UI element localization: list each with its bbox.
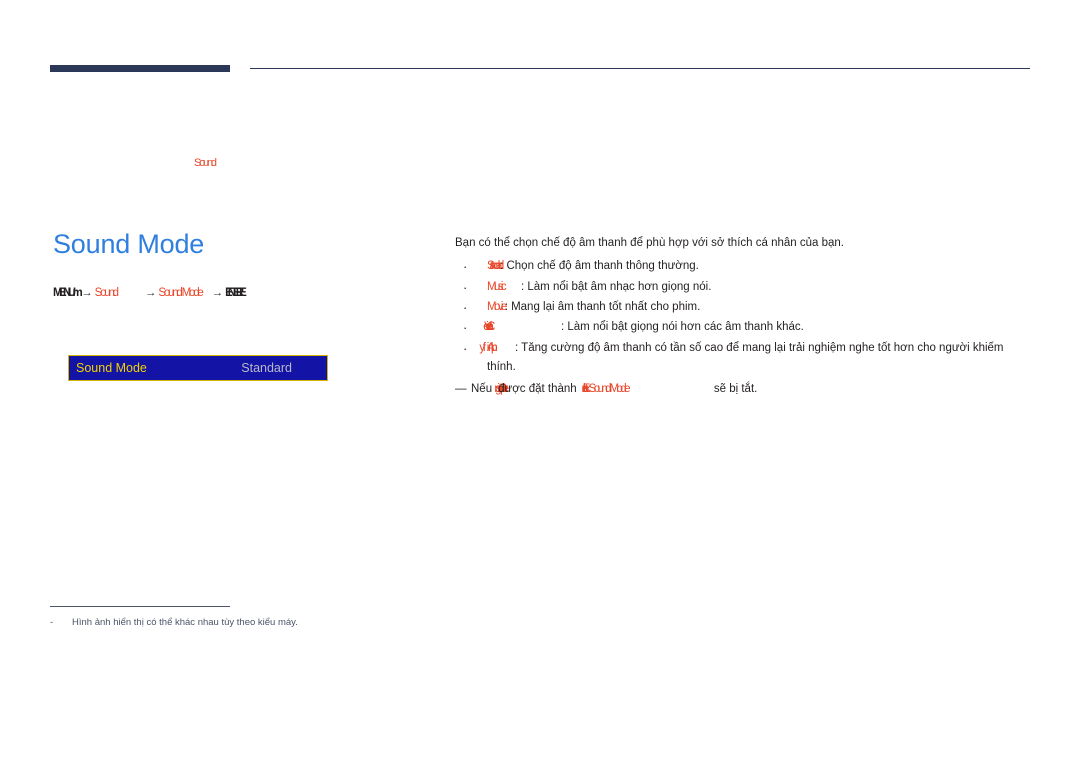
note-dash-icon: — <box>455 383 467 396</box>
list-item: Music : Làm nổi bật âm nhạc hơn giọng nói… <box>455 277 1033 299</box>
list-item: Amplify: Tăng cường độ âm thanh có tần s… <box>455 338 1033 378</box>
menu-path-breadcrumb: MENUm → Sound → Sound Mode → ENTERE <box>53 287 413 301</box>
header-rule <box>250 68 1030 69</box>
menu-key-label: MENU <box>53 287 76 300</box>
note-part-3: sẽ bị tắt. <box>713 383 758 396</box>
osd-item-label: Sound Mode <box>76 361 147 375</box>
osd-menu-row-sound-mode[interactable]: Sound Mode Standard <box>68 355 328 381</box>
page-header <box>50 64 1030 78</box>
option-desc-movie: : Mang lại âm thanh tốt nhất cho phim. <box>504 300 701 313</box>
option-desc-standard: : Chọn chế độ âm thanh thông thường. <box>500 260 699 273</box>
option-term-clear-voice: Clear Voice <box>487 318 561 337</box>
option-desc-amplify: : Tăng cường độ âm thanh có tần số cao đ… <box>487 341 1004 373</box>
option-term-standard: Standard <box>487 260 504 273</box>
footnote-dash-icon: - <box>50 617 54 628</box>
enter-key-label: ENTER <box>225 287 244 300</box>
chapter-label: Sound <box>194 157 217 169</box>
breadcrumb-arrow-2-icon: → <box>144 287 157 300</box>
right-column: Bạn có thể chọn chế độ âm thanh để phù h… <box>455 234 1033 400</box>
note-speaker-settings: —NếuSpeaker Settingsđược đặt thànhExtern… <box>455 380 1033 399</box>
option-desc-music: : Làm nổi bật âm nhạc hơn giọng nói. <box>521 280 712 293</box>
left-column: Sound Mode MENUm → Sound → Sound Mode → ENTERE <box>53 228 413 301</box>
sound-mode-option-list: Standard: Chọn chế độ âm thanh thông thư… <box>455 256 1033 378</box>
enter-key-glyph-icon: E <box>239 287 246 300</box>
footnote: - Hình ảnh hiển thị có thể khác nhau tùy … <box>50 606 470 629</box>
intro-paragraph: Bạn có thể chọn chế độ âm thanh để phù h… <box>455 237 844 249</box>
menu-path-step-1: Sound <box>94 287 119 300</box>
breadcrumb-arrow-1-icon: → <box>81 287 93 300</box>
list-item: Standard: Chọn chế độ âm thanh thông thư… <box>455 256 1033 278</box>
osd-item-value: Standard <box>241 361 292 375</box>
option-term-music: Music <box>487 280 507 293</box>
menu-path-step-2: Sound Mode <box>158 287 203 300</box>
option-desc-clear-voice: : Làm nổi bật giọng nói hơn các âm thanh… <box>561 321 804 334</box>
list-item: Movie: Mang lại âm thanh tốt nhất cho ph… <box>455 297 1033 319</box>
list-item: Clear Voice: Làm nổi bật giọng nói hơn c… <box>455 317 1033 339</box>
option-term-amplify: Amplify <box>487 339 515 358</box>
option-term-movie: Movie <box>487 300 507 313</box>
header-accent-bar <box>50 65 230 72</box>
note-part-2: được đặt thành <box>498 383 577 396</box>
footnote-text: - Hình ảnh hiển thị có thể khác nhau tùy … <box>50 616 470 629</box>
breadcrumb-arrow-3-icon: → <box>211 287 224 300</box>
note-term-sound-mode: Sound Mode <box>588 383 631 396</box>
footnote-body: Hình ảnh hiển thị có thể khác nhau tùy t… <box>72 617 298 628</box>
page-title: Sound Mode <box>53 229 205 259</box>
note-part-1: Nếu <box>471 383 493 396</box>
footnote-rule <box>50 606 230 607</box>
